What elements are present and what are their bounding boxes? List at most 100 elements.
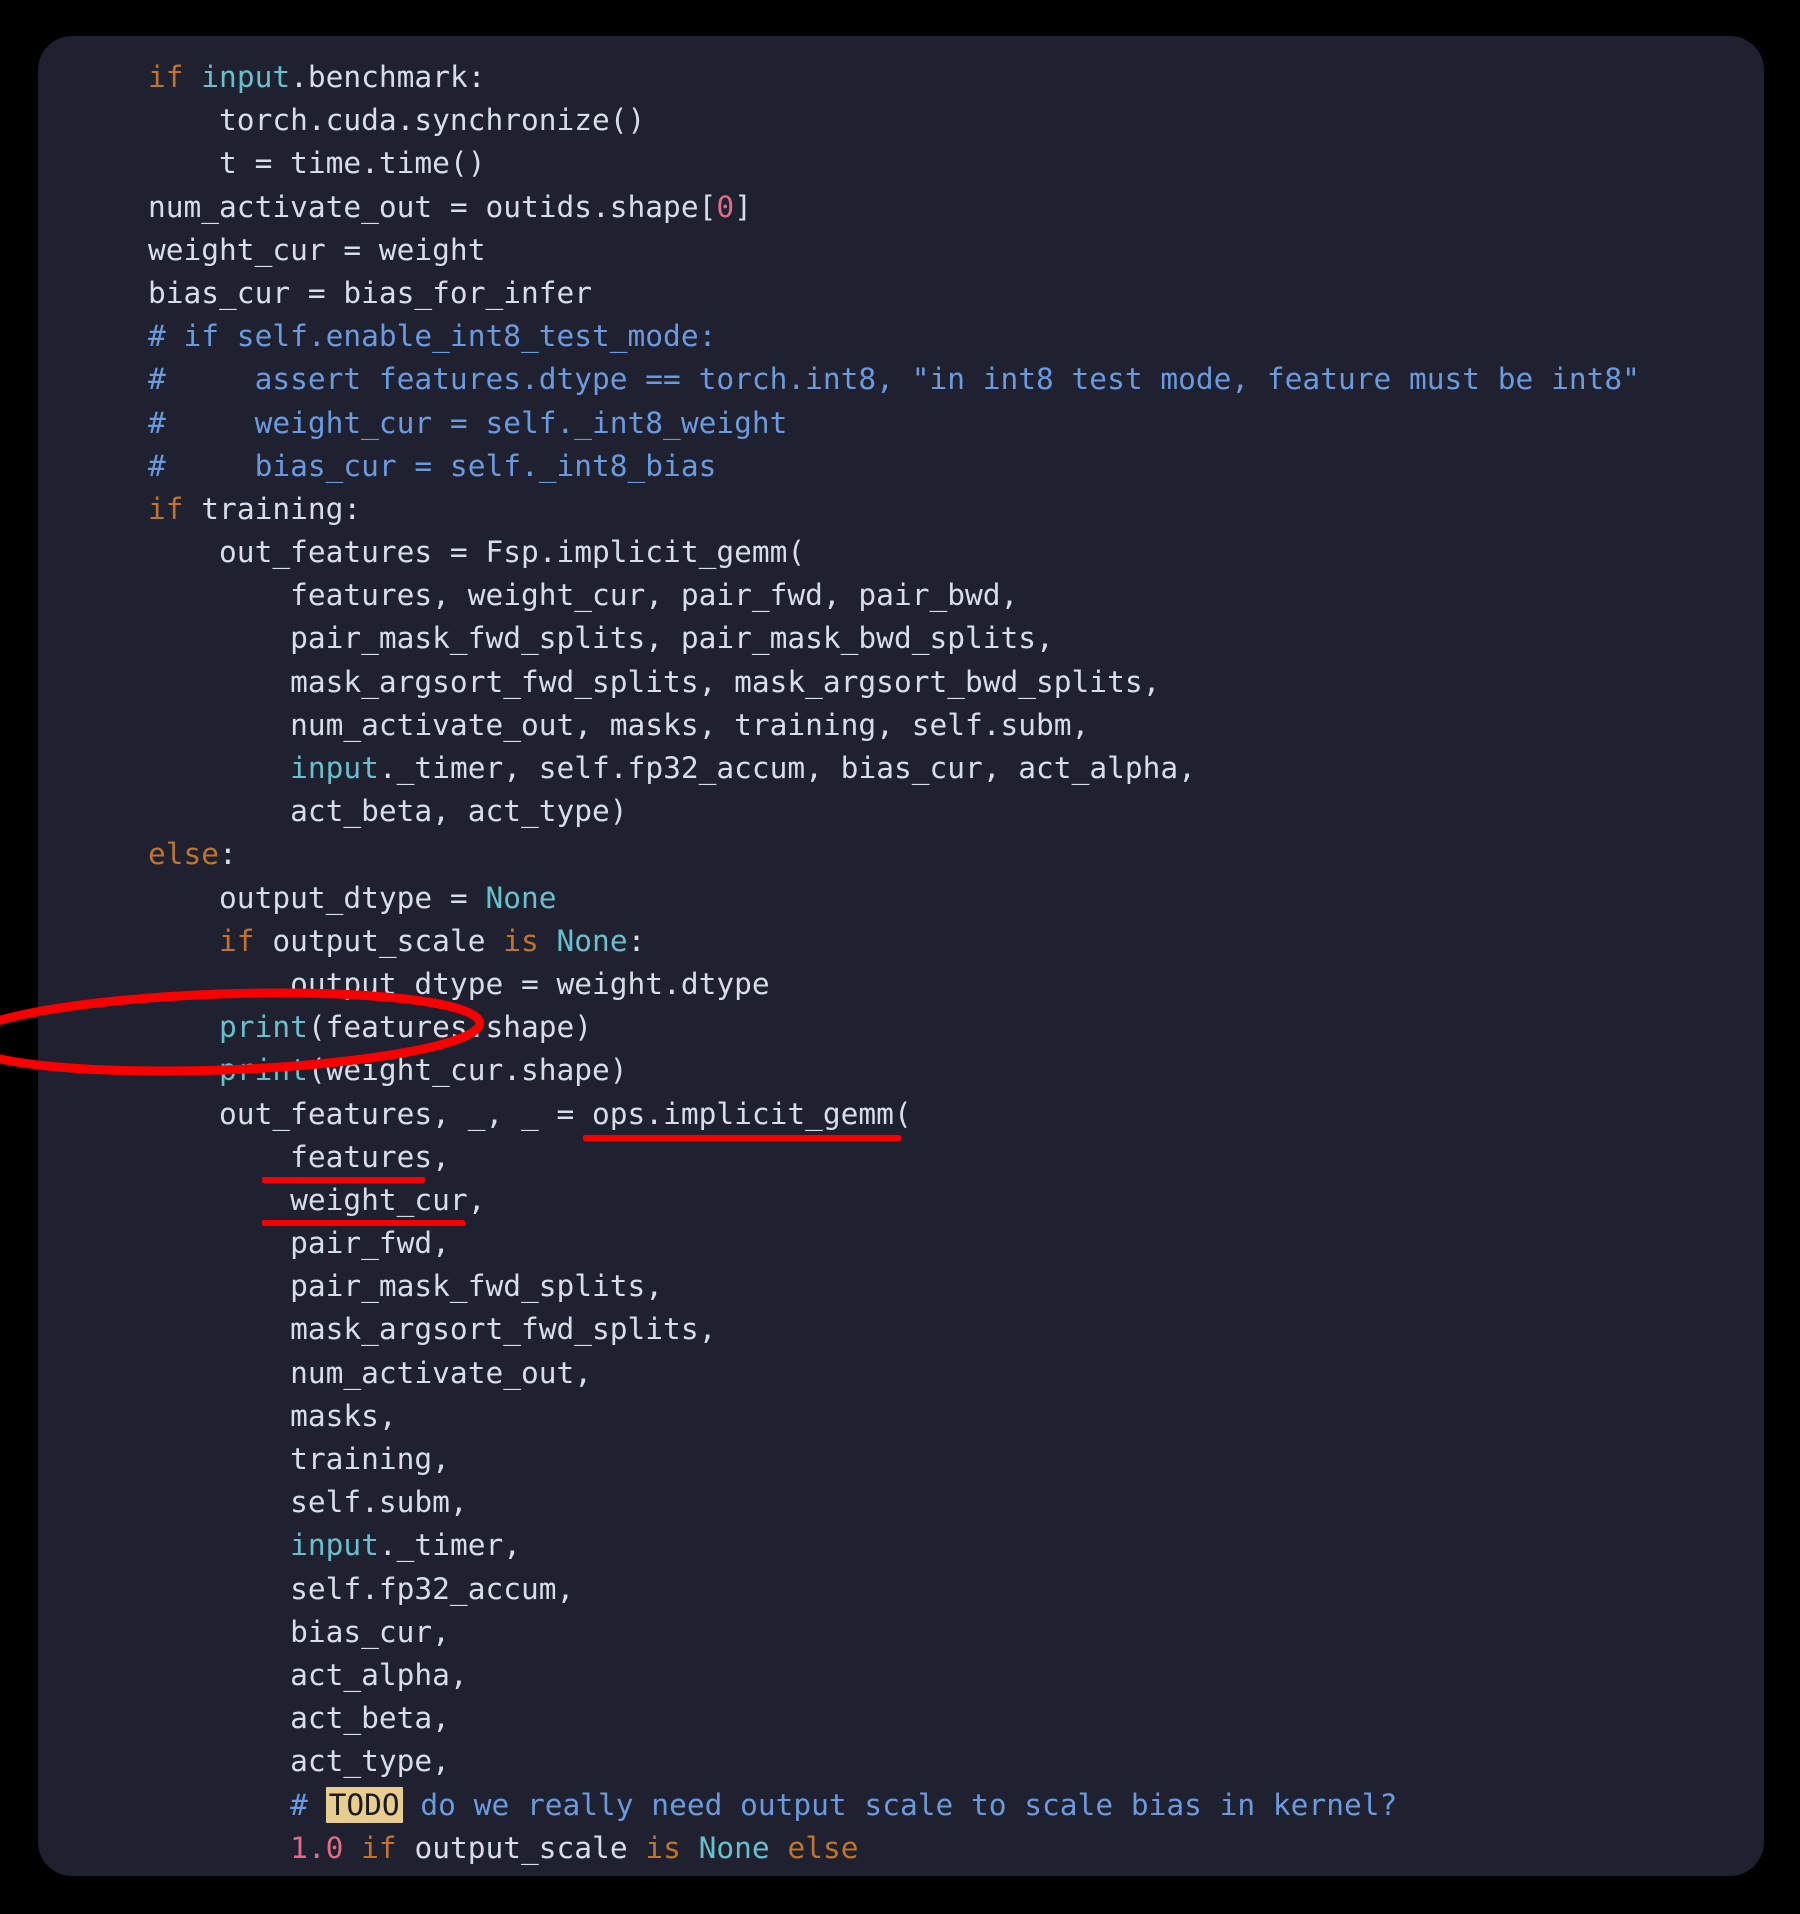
code-line: out_features = Fsp.implicit_gemm( (38, 531, 1764, 574)
code-token-txt: weight_cur = weight (148, 232, 486, 267)
code-token-kw: else (148, 837, 220, 872)
code-token-txt: .benchmark: (290, 60, 486, 94)
code-line: else: (38, 833, 1764, 876)
code-token-txt: features, weight_cur, pair_fwd, pair_bwd… (148, 578, 1019, 613)
code-token-num: 0 (716, 189, 735, 224)
code-token-txt: num_activate_out = outids.shape[ (148, 189, 717, 224)
code-token-cmt: # if self.enable_int8_test_mode: (148, 319, 717, 354)
code-line: pair_mask_fwd_splits, pair_mask_bwd_spli… (38, 617, 1764, 660)
code-token-bi: print (219, 1010, 308, 1045)
code-token-kw: if (219, 923, 255, 958)
code-token-kw: is (645, 1830, 681, 1865)
code-line: num_activate_out, masks, training, self.… (38, 704, 1764, 747)
code-line: # weight_cur = self._int8_weight (38, 402, 1764, 445)
code-token-txt: mask_argsort_fwd_splits, (148, 1312, 717, 1347)
code-line: bias_cur, (38, 1611, 1764, 1654)
code-token-txt: output_scale (396, 1830, 646, 1865)
code-token-txt: pair_mask_fwd_splits, (148, 1269, 664, 1304)
code-token-txt: weight_cur, (148, 1182, 486, 1217)
code-line: pair_mask_fwd_splits, (38, 1265, 1764, 1308)
code-token-cmt: # (148, 1787, 326, 1822)
code-line: act_beta, (38, 1697, 1764, 1740)
code-line: act_type, (38, 1740, 1764, 1783)
code-token-txt: output_dtype = weight.dtype (148, 966, 770, 1001)
code-line: if input.benchmark: (38, 56, 1764, 99)
code-line: act_alpha, (38, 1654, 1764, 1697)
code-panel: if input.benchmark: torch.cuda.synchroni… (38, 36, 1764, 1876)
code-token-txt: num_activate_out, masks, training, self.… (148, 707, 1090, 742)
code-line: 1.0 if output_scale is None else (38, 1827, 1764, 1870)
code-token-txt: pair_fwd, (148, 1226, 450, 1261)
code-line: # assert features.dtype == torch.int8, "… (38, 358, 1764, 401)
code-token-kw: if (148, 60, 184, 94)
code-line: masks, (38, 1395, 1764, 1438)
code-token-txt: out_features = Fsp.implicit_gemm( (148, 535, 806, 570)
code-token-txt: num_activate_out, (148, 1355, 593, 1390)
code-token-txt: act_beta, act_type) (148, 794, 628, 829)
code-line: output_dtype = weight.dtype (38, 963, 1764, 1006)
code-token-kw: is (503, 923, 539, 958)
code-token-txt: ._timer, self.fp32_accum, bias_cur, act_… (378, 751, 1196, 785)
code-token-kw: else (787, 1830, 859, 1865)
code-token-txt: training: (183, 491, 362, 526)
code-token-txt: torch.cuda.synchronize() (148, 103, 646, 138)
code-token-txt: ._timer, (378, 1528, 521, 1563)
code-line: t = time.time() (38, 142, 1764, 185)
code-token-cmt: do we really need output scale to scale … (402, 1787, 1398, 1822)
code-line: pair_fwd, (38, 1222, 1764, 1265)
code-line: mask_argsort_fwd_splits, (38, 1308, 1764, 1351)
code-token-kw: if (148, 491, 184, 526)
code-line: bias_cur = bias_for_infer (38, 272, 1764, 315)
code-line: weight_cur = weight (38, 229, 1764, 272)
code-token-txt: mask_argsort_fwd_splits, mask_argsort_bw… (148, 664, 1161, 699)
code-token-num: 1.0 (290, 1830, 344, 1865)
code-block[interactable]: if input.benchmark: torch.cuda.synchroni… (38, 36, 1764, 1870)
code-token-bi: print (219, 1053, 308, 1088)
code-token-txt: output_scale (254, 923, 504, 958)
code-token-bi: None (485, 880, 557, 915)
screenshot-root: if input.benchmark: torch.cuda.synchroni… (0, 0, 1800, 1914)
code-line: training, (38, 1438, 1764, 1481)
code-token-txt: training, (148, 1442, 450, 1476)
code-line: features, (38, 1136, 1764, 1179)
code-line: # bias_cur = self._int8_bias (38, 445, 1764, 488)
code-line: num_activate_out = outids.shape[0] (38, 186, 1764, 229)
code-line: # if self.enable_int8_test_mode: (38, 315, 1764, 358)
code-line: self.fp32_accum, (38, 1568, 1764, 1611)
code-token-txt: self.fp32_accum, (148, 1571, 575, 1606)
code-line: torch.cuda.synchronize() (38, 99, 1764, 142)
code-line: print(weight_cur.shape) (38, 1049, 1764, 1092)
code-token-bi: None (698, 1830, 770, 1865)
code-token-txt: bias_cur, (148, 1614, 450, 1649)
code-line: input._timer, (38, 1524, 1764, 1567)
code-token-txt: t = time.time() (148, 146, 486, 181)
code-token-bi: input (201, 60, 291, 94)
code-token-txt: act_type, (148, 1744, 450, 1779)
code-line: out_features, _, _ = ops.implicit_gemm( (38, 1093, 1764, 1136)
code-token-txt: features, (148, 1139, 450, 1174)
code-line: mask_argsort_fwd_splits, mask_argsort_bw… (38, 661, 1764, 704)
code-token-bi: input (290, 1528, 379, 1563)
code-token-txt: act_alpha, (148, 1657, 468, 1692)
code-token-txt: ] (734, 189, 752, 224)
code-line: self.subm, (38, 1481, 1764, 1524)
underline-weight-cur-arg (262, 1220, 465, 1226)
code-token-txt: out_features, _, _ = ops.implicit_gemm( (148, 1096, 912, 1131)
code-line: input._timer, self.fp32_accum, bias_cur,… (38, 747, 1764, 790)
code-token-txt: masks, (148, 1398, 397, 1433)
code-token-kw: if (361, 1830, 397, 1865)
code-token-txt: bias_cur = bias_for_infer (148, 275, 593, 310)
code-line: print(features.shape) (38, 1006, 1764, 1049)
code-token-bi: input (290, 751, 379, 785)
code-line: act_beta, act_type) (38, 790, 1764, 833)
code-token-cmt: # bias_cur = self._int8_bias (148, 448, 717, 483)
